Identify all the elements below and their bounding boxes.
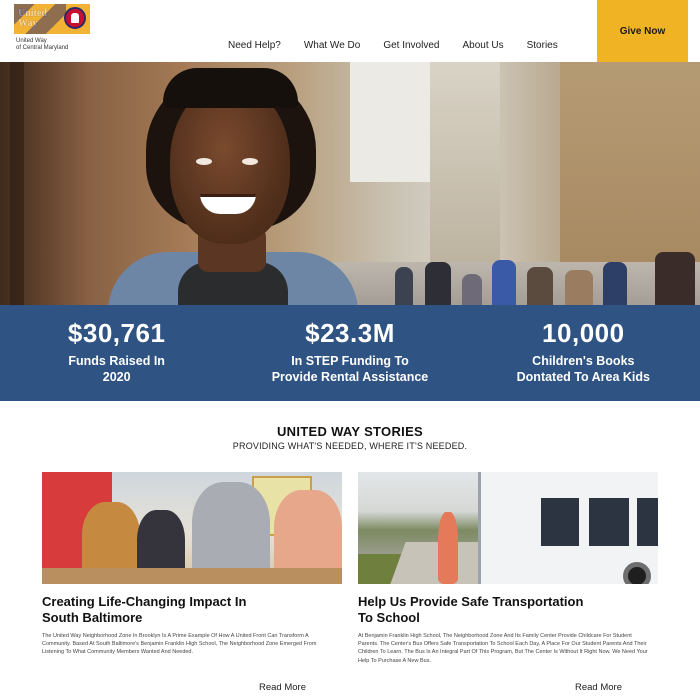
story-card: Help Us Provide Safe Transportation To S… [358, 472, 658, 665]
stat-value: 10,000 [542, 318, 625, 348]
stat-step-funding: $23.3M In STEP Funding To Provide Rental… [233, 305, 466, 401]
stat-label-line: Children's Books [532, 354, 635, 368]
logo-line-1: United Way [16, 38, 47, 44]
stats-banner: $30,761 Funds Raised In 2020 $23.3M In S… [0, 305, 700, 401]
nav-need-help[interactable]: Need Help? [228, 40, 281, 51]
classroom-table [42, 568, 342, 584]
story-body: At Benjamin Franklin High School, The Ne… [358, 633, 648, 664]
hero-person [108, 62, 358, 305]
stat-label-line: Provide Rental Assistance [271, 370, 429, 384]
stories-subtitle: PROVIDING WHAT'S NEEDED, WHERE IT'S NEED… [232, 441, 468, 451]
stat-value: $30,761 [67, 318, 166, 348]
read-more-link[interactable]: Read More [575, 682, 622, 693]
hero-pedestrian [527, 267, 553, 305]
logo-hand-icon [64, 7, 86, 29]
give-now-button[interactable]: Give Now [597, 0, 688, 62]
stat-label-line: Funds Raised In [68, 354, 165, 368]
person-cap [163, 68, 298, 108]
hero-sky [350, 62, 430, 182]
hero-pedestrian [603, 262, 627, 305]
hero-building-shadow [10, 62, 24, 305]
hero-image [0, 62, 700, 305]
nav-about-us[interactable]: About Us [462, 40, 503, 51]
bus-wheel [623, 562, 651, 584]
logo-stripes [14, 4, 66, 34]
story-image[interactable] [42, 472, 342, 584]
stat-childrens-books: 10,000 Children's Books Dontated To Area… [467, 305, 700, 401]
hero-pedestrian [395, 267, 413, 305]
nav-get-involved[interactable]: Get Involved [383, 40, 439, 51]
site-header: United Way United Way of Central Marylan… [0, 0, 700, 62]
story-title[interactable]: Creating Life-Changing Impact In South B… [42, 594, 342, 626]
stat-label: Funds Raised In 2020 [0, 353, 233, 385]
stat-label-line: Dontated To Area Kids [516, 370, 650, 384]
story-card: Creating Life-Changing Impact In South B… [42, 472, 342, 657]
stories-title: UNITED WAY STORIES [276, 424, 424, 439]
hero-pedestrian [462, 274, 482, 305]
read-more-link[interactable]: Read More [259, 682, 306, 693]
story-title-line: South Baltimore [42, 610, 143, 625]
bus-window [637, 498, 658, 546]
story-title[interactable]: Help Us Provide Safe Transportation To S… [358, 594, 658, 626]
story-title-line: To School [358, 610, 420, 625]
story-body: The United Way Neighborhood Zone In Broo… [42, 633, 317, 656]
stat-label: Children's Books Dontated To Area Kids [467, 353, 700, 385]
hero-pedestrian [425, 262, 451, 305]
logo-mark: United Way [14, 4, 90, 34]
nav-stories[interactable]: Stories [527, 40, 558, 51]
nav-what-we-do[interactable]: What We Do [304, 40, 361, 51]
hero-pedestrian [565, 270, 593, 305]
hero-pedestrian [655, 252, 695, 305]
child-figure [438, 512, 458, 584]
stat-label-line: In STEP Funding To [291, 354, 409, 368]
story-title-line: Help Us Provide Safe Transportation [358, 594, 584, 609]
story-title-line: Creating Life-Changing Impact In [42, 594, 247, 609]
story-image[interactable] [358, 472, 658, 584]
stat-label: In STEP Funding To Provide Rental Assist… [233, 353, 466, 385]
person-face [170, 84, 290, 244]
person-eye [242, 158, 258, 165]
bus-window [589, 498, 629, 546]
logo-line-2: of Central Maryland [16, 45, 69, 51]
hero-pedestrian [492, 260, 516, 305]
school-bus [478, 472, 658, 584]
person-eye [196, 158, 212, 165]
stat-funds-raised: $30,761 Funds Raised In 2020 [0, 305, 233, 401]
main-nav: Need Help? What We Do Get Involved About… [228, 40, 558, 51]
stat-value: $23.3M [305, 318, 395, 348]
logo-text: United Way of Central Maryland [16, 38, 106, 52]
hero-building [560, 62, 700, 262]
stat-label-line: 2020 [102, 370, 131, 384]
hero-building [430, 62, 500, 262]
bus-window [541, 498, 579, 546]
